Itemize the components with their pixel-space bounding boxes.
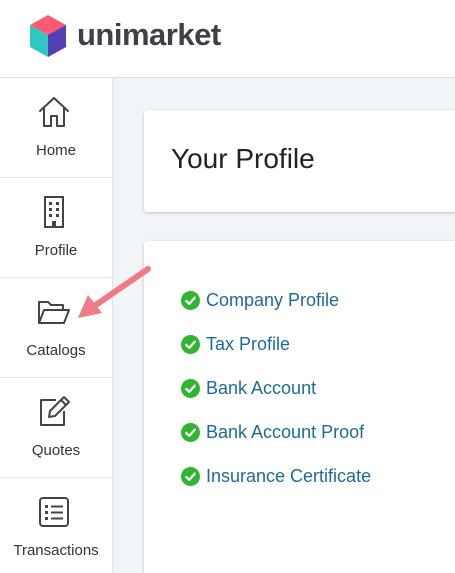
edit-icon — [40, 396, 70, 426]
profile-item-bank-account-proof[interactable]: Bank Account Proof — [181, 420, 364, 444]
profile-checklist-card: Company Profile Tax Profile Bank Account… — [144, 241, 455, 573]
check-circle-icon — [181, 378, 200, 398]
sidebar-item-quotes[interactable]: Quotes — [0, 378, 112, 478]
top-bar: unimarket — [0, 0, 455, 78]
building-icon — [44, 196, 64, 228]
sidebar-item-label: Catalogs — [26, 342, 86, 359]
home-icon — [39, 97, 69, 127]
check-circle-icon — [181, 422, 200, 442]
sidebar-item-label: Transactions — [13, 542, 99, 559]
profile-item-bank-account[interactable]: Bank Account — [181, 376, 316, 400]
folder-open-icon — [38, 301, 70, 324]
check-circle-icon — [181, 290, 200, 310]
sidebar-item-catalogs[interactable]: Catalogs — [0, 278, 112, 378]
sidebar-item-profile[interactable]: Profile — [0, 178, 112, 278]
brand-name[interactable]: unimarket — [77, 17, 221, 53]
sidebar-item-label: Quotes — [31, 442, 81, 459]
sidebar-item-label: Profile — [34, 242, 78, 259]
profile-item-label[interactable]: Company Profile — [206, 290, 339, 311]
profile-item-tax-profile[interactable]: Tax Profile — [181, 332, 290, 356]
profile-item-label[interactable]: Insurance Certificate — [206, 466, 371, 487]
main-content: Your Profile Company Profile Tax Profile… — [113, 78, 455, 573]
profile-item-insurance-certificate[interactable]: Insurance Certificate — [181, 464, 371, 488]
sidebar-item-home[interactable]: Home — [0, 78, 112, 178]
sidebar-item-transactions[interactable]: Transactions — [0, 478, 112, 573]
profile-item-company-profile[interactable]: Company Profile — [181, 288, 339, 312]
check-circle-icon — [181, 334, 200, 354]
unimarket-logo-icon[interactable] — [28, 13, 68, 59]
sidebar-item-label: Home — [35, 142, 76, 159]
check-circle-icon — [181, 466, 200, 486]
profile-item-label[interactable]: Bank Account — [206, 378, 316, 399]
list-icon — [39, 497, 69, 527]
page-header-card: Your Profile — [144, 110, 455, 212]
sidebar: Home Profile Catalogs Quotes Transaction… — [0, 78, 113, 573]
page-title: Your Profile — [171, 143, 315, 174]
profile-item-label[interactable]: Tax Profile — [206, 334, 290, 355]
profile-item-label[interactable]: Bank Account Proof — [206, 422, 364, 443]
